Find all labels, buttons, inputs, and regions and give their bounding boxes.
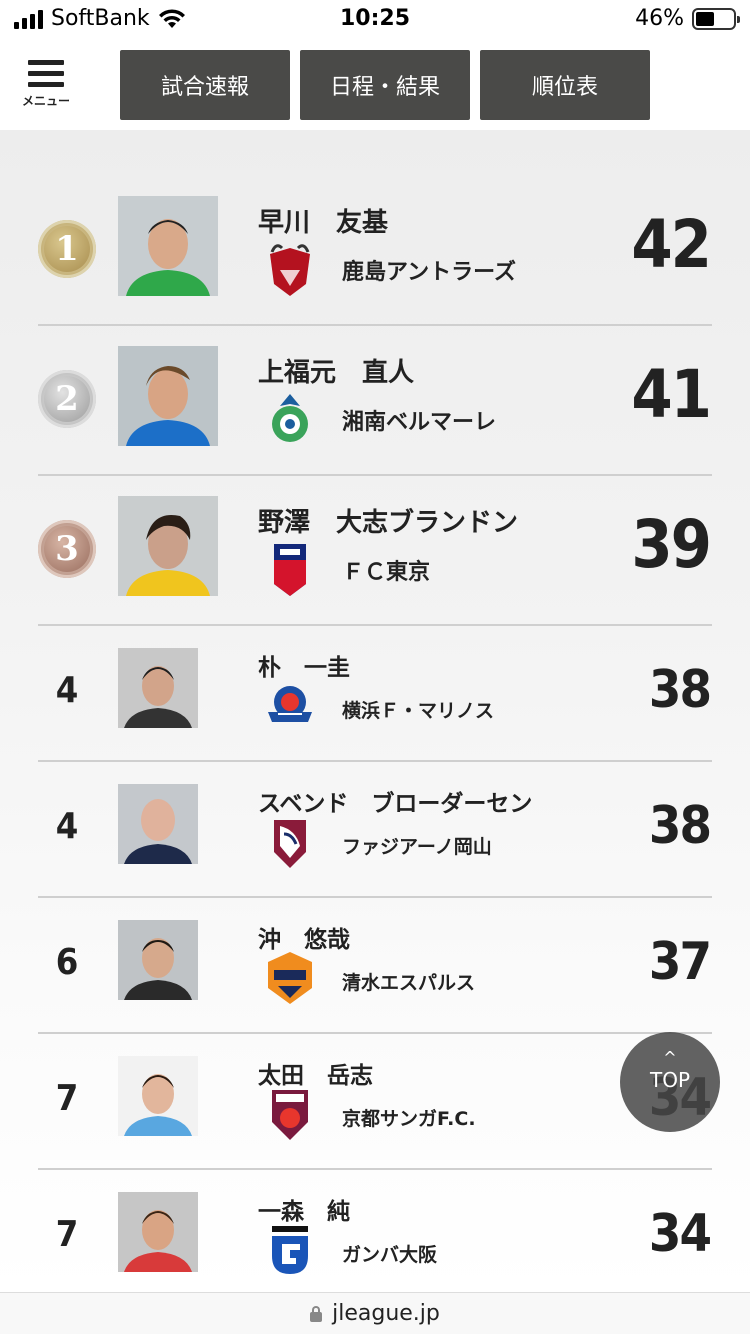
tab-live-score[interactable]: 試合速報 [120, 50, 290, 120]
url-text: jleague.jp [332, 1301, 440, 1326]
club-name: 湘南ベルマーレ [342, 410, 497, 435]
club-name: 清水エスパルス [342, 972, 476, 994]
player-photo [118, 1056, 198, 1136]
menu-button[interactable]: メニュー [18, 60, 74, 118]
fc-tokyo-logo [274, 544, 306, 596]
ranking-row[interactable]: 1 早川 友基 鹿島アントラーズ 42 [38, 182, 712, 326]
club-name: ファジアーノ岡山 [342, 836, 492, 858]
player-name: 早川 友基 [258, 208, 389, 238]
goal-count: 41 [631, 356, 712, 433]
ranking-row[interactable]: 7 一森 純 ガンバ大阪 34 [38, 1170, 712, 1292]
player-photo [118, 1192, 198, 1272]
rank-number: 4 [55, 806, 79, 847]
club-name: 横浜Ｆ・マリノス [342, 700, 495, 722]
ranking-row[interactable]: 2 上福元 直人 湘南ベルマーレ 41 [38, 326, 712, 476]
ranking-row[interactable]: 3 野澤 大志ブランドン ＦＣ東京 39 [38, 476, 712, 626]
kyoto-sanga-logo [272, 1090, 308, 1140]
goal-count: 37 [648, 932, 712, 992]
player-name: 上福元 直人 [258, 358, 415, 388]
bronze-medal-icon: 3 [38, 520, 96, 578]
nav-tabs: 試合速報 日程・結果 順位表 [120, 50, 650, 120]
player-photo [118, 784, 198, 864]
shimizu-s-pulse-logo [268, 952, 312, 1004]
rank-number: 7 [55, 1214, 79, 1255]
battery-percent: 46% [635, 6, 684, 31]
battery-icon [692, 7, 740, 30]
yokohama-f-marinos-logo [268, 686, 312, 722]
tab-schedule-results[interactable]: 日程・結果 [300, 50, 470, 120]
rank-number: 4 [55, 670, 79, 711]
rank-number: 6 [55, 942, 79, 983]
kashima-antlers-logo [270, 244, 310, 296]
hamburger-icon [18, 60, 74, 87]
player-name: 朴 一圭 [258, 655, 350, 681]
rank-number: 7 [55, 1078, 79, 1119]
goal-count: 34 [648, 1204, 712, 1264]
player-photo [118, 496, 218, 596]
status-bar: SoftBank 10:25 46% [0, 0, 750, 42]
fagiano-okayama-logo [274, 820, 306, 868]
lock-icon [310, 1305, 323, 1322]
club-name: ＦＣ東京 [342, 560, 431, 585]
club-name: 鹿島アントラーズ [342, 260, 517, 285]
ranking-row[interactable]: 7 太田 岳志 京都サンガF.C. 34 [38, 1034, 712, 1170]
player-name: 野澤 大志ブランドン [258, 508, 519, 538]
gamba-osaka-logo [272, 1226, 308, 1274]
menu-label: メニュー [21, 94, 70, 108]
scroll-to-top-button[interactable]: ^ TOP [620, 1032, 720, 1132]
silver-medal-icon: 2 [38, 370, 96, 428]
player-photo [118, 346, 218, 446]
player-photo [118, 920, 198, 1000]
status-right: 46% [635, 6, 740, 31]
ranking-row[interactable]: 4 朴 一圭 横浜Ｆ・マリノス 38 [38, 626, 712, 762]
goal-count: 39 [631, 506, 712, 583]
player-name: 一森 純 [258, 1199, 350, 1225]
gold-medal-icon: 1 [38, 220, 96, 278]
ranking-row[interactable]: 4 スベンド ブローダーセン ファジアーノ岡山 38 [38, 762, 712, 898]
club-name: 京都サンガF.C. [342, 1108, 476, 1130]
browser-url-bar[interactable]: jleague.jp [0, 1292, 750, 1334]
goal-count: 38 [648, 660, 712, 720]
site-header: メニュー 試合速報 日程・結果 順位表 [0, 42, 750, 130]
chevron-up-icon: ^ [663, 1048, 677, 1067]
goal-count: 42 [631, 206, 712, 283]
player-photo [118, 648, 198, 728]
player-photo [118, 196, 218, 296]
club-name: ガンバ大阪 [342, 1244, 438, 1266]
tab-standings[interactable]: 順位表 [480, 50, 650, 120]
ranking-row[interactable]: 6 沖 悠哉 清水エスパルス 37 [38, 898, 712, 1034]
goal-count: 38 [648, 796, 712, 856]
top-label: TOP [649, 1068, 691, 1092]
shonan-bellmare-logo [272, 394, 308, 442]
